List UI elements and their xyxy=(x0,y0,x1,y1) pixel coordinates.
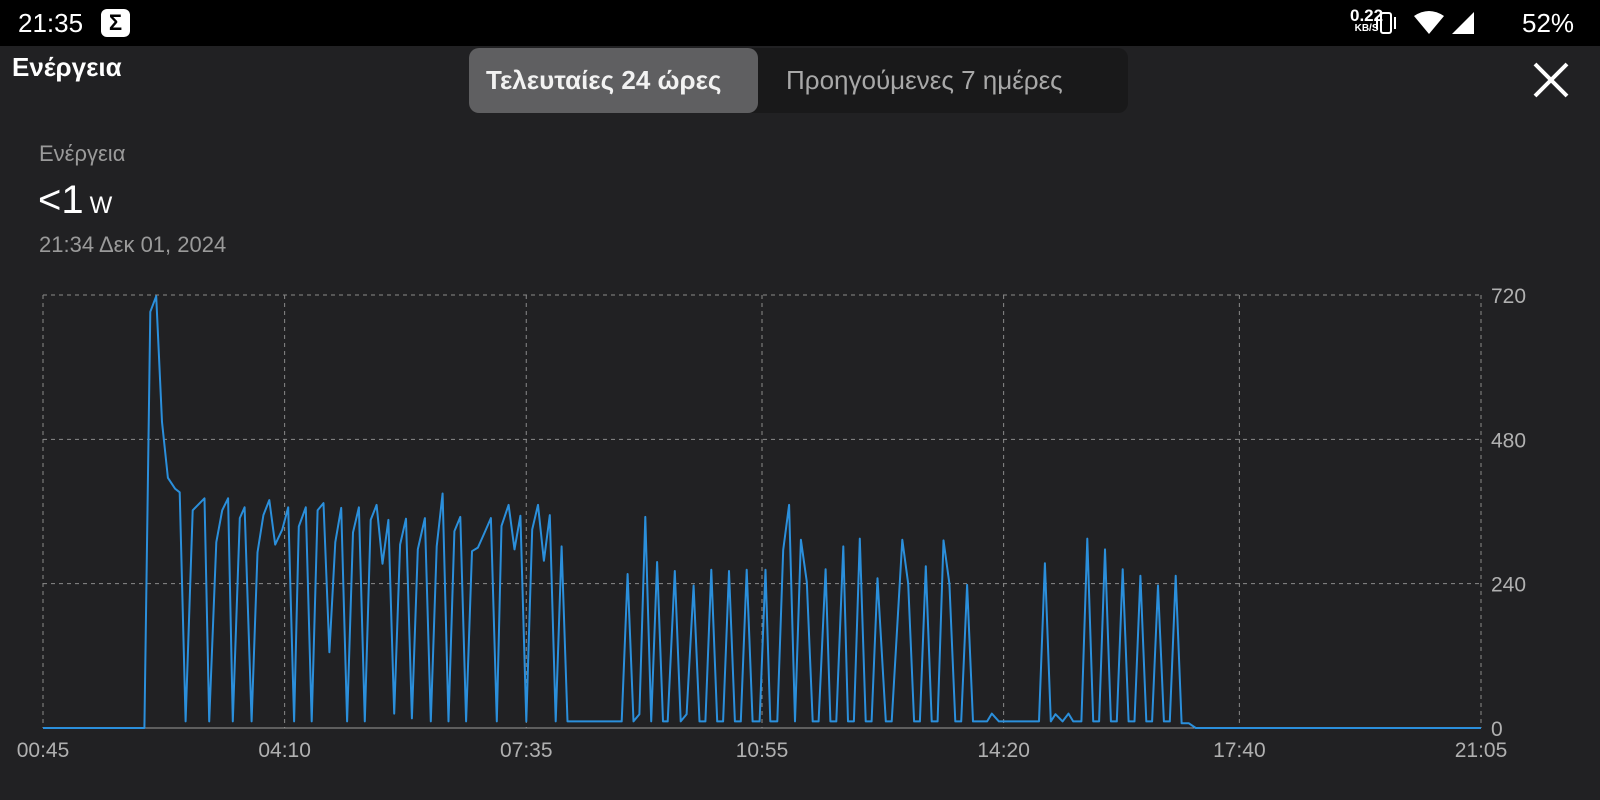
x-tick-label: 10:55 xyxy=(736,739,789,762)
x-tick-label: 21:05 xyxy=(1455,739,1508,762)
y-tick-label: 240 xyxy=(1491,574,1526,597)
energy-chart: 00:45 04:10 07:35 10:55 14:20 17:40 21:05 720 48… xyxy=(17,285,1526,762)
x-tick-label: 04:10 xyxy=(258,739,311,762)
x-tick-label: 07:35 xyxy=(500,739,553,762)
y-tick-label: 0 xyxy=(1491,718,1503,741)
y-tick-label: 480 xyxy=(1491,429,1526,452)
x-tick-label: 00:45 xyxy=(17,739,70,762)
x-tick-label: 17:40 xyxy=(1213,739,1266,762)
x-tick-label: 14:20 xyxy=(977,739,1030,762)
y-tick-label: 720 xyxy=(1491,285,1526,308)
